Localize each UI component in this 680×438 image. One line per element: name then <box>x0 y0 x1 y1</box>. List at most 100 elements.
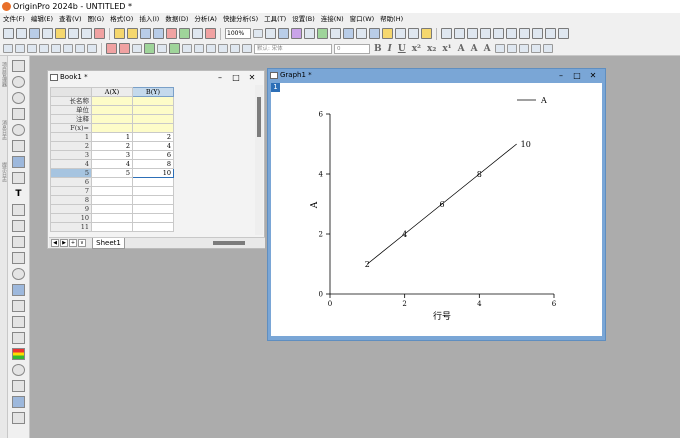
code-builder-icon[interactable] <box>304 28 315 39</box>
menu-data[interactable]: 数据(D) <box>162 13 191 25</box>
apps-icon[interactable] <box>382 28 393 39</box>
fill-color-icon[interactable] <box>530 44 541 53</box>
data-cell[interactable]: 4 <box>132 141 174 151</box>
format-painter-icon[interactable] <box>242 44 252 53</box>
rescale-y-icon[interactable] <box>75 44 85 53</box>
row-number[interactable]: 6 <box>50 177 92 187</box>
data-cell[interactable]: 2 <box>132 132 174 142</box>
new-project-icon[interactable] <box>3 28 14 39</box>
data-cell[interactable] <box>132 177 174 187</box>
meta-cell[interactable] <box>91 123 133 133</box>
tab-sheet1[interactable]: Sheet1 <box>92 238 125 249</box>
insert-image-icon[interactable] <box>12 332 25 344</box>
close-button[interactable]: ✕ <box>587 70 599 81</box>
legend-icon[interactable] <box>132 44 142 53</box>
zoom-pan-icon[interactable] <box>12 76 25 88</box>
menu-insert[interactable]: 插入(I) <box>136 13 162 25</box>
open-template-icon[interactable] <box>127 28 138 39</box>
data-cell[interactable]: 3 <box>91 150 133 160</box>
equation-icon[interactable] <box>12 284 25 296</box>
row-stats-icon[interactable] <box>493 28 504 39</box>
undo-icon[interactable] <box>206 44 216 53</box>
corner-cell[interactable] <box>50 87 92 97</box>
text-tool-icon[interactable]: T <box>12 188 25 200</box>
add-column-icon[interactable] <box>519 28 530 39</box>
project-explorer-icon[interactable] <box>343 28 354 39</box>
results-log-icon[interactable] <box>317 28 328 39</box>
row-number[interactable]: 1 <box>50 132 92 142</box>
supersubscript-button[interactable]: x¹ <box>440 44 453 54</box>
data-cell[interactable]: 4 <box>91 159 133 169</box>
prev-sheet-button[interactable]: ◀ <box>51 239 59 247</box>
maximize-button[interactable]: □ <box>230 72 242 83</box>
save-project-icon[interactable] <box>140 28 151 39</box>
menu-window[interactable]: 窗口(W) <box>347 13 378 25</box>
data-cell[interactable] <box>132 213 174 223</box>
arrow-right-icon[interactable] <box>15 44 25 53</box>
bold-button[interactable]: B <box>372 44 384 54</box>
data-cell[interactable] <box>132 222 174 232</box>
group-icon[interactable] <box>194 44 204 53</box>
minimize-button[interactable]: – <box>555 70 567 81</box>
data-cell[interactable]: 6 <box>132 150 174 160</box>
menu-view[interactable]: 查看(V) <box>56 13 85 25</box>
data-selector-icon[interactable] <box>12 140 25 152</box>
maximize-button[interactable]: □ <box>571 70 583 81</box>
pointer-icon[interactable] <box>12 60 25 72</box>
active-cell[interactable]: 10 <box>132 168 174 178</box>
object-manager-icon[interactable] <box>356 28 367 39</box>
screen-reader-icon[interactable] <box>12 108 25 120</box>
increase-font-button[interactable]: A <box>469 44 480 54</box>
meta-label[interactable]: 长名称 <box>50 96 92 106</box>
row-number[interactable]: 8 <box>50 195 92 205</box>
notes-icon[interactable] <box>421 28 432 39</box>
menu-file[interactable]: 文件(F) <box>0 13 28 25</box>
rescale-x-icon[interactable] <box>63 44 73 53</box>
zoom-dropdown-icon[interactable] <box>253 29 263 38</box>
column-header-b[interactable]: B(Y) <box>132 87 174 97</box>
meta-cell[interactable] <box>132 96 174 106</box>
meta-cell[interactable] <box>91 96 133 106</box>
save-window-icon[interactable] <box>153 28 164 39</box>
data-cell[interactable] <box>91 195 133 205</box>
zoom-in-icon[interactable] <box>39 44 49 53</box>
row-number[interactable]: 3 <box>50 150 92 160</box>
decrease-font-button[interactable]: A <box>482 44 493 54</box>
open-icon[interactable] <box>114 28 125 39</box>
recalculate-icon[interactable] <box>205 28 216 39</box>
menu-edit[interactable]: 编辑(E) <box>28 13 56 25</box>
data-cell[interactable] <box>91 177 133 187</box>
line-style-icon[interactable] <box>518 44 529 53</box>
horizontal-scroll-thumb[interactable] <box>213 241 245 245</box>
new-function-icon[interactable] <box>55 28 66 39</box>
meta-cell[interactable] <box>91 114 133 124</box>
data-cell[interactable]: 1 <box>91 132 133 142</box>
row-number[interactable]: 2 <box>50 141 92 151</box>
workbook-titlebar[interactable]: Book1 * – □ ✕ <box>48 71 264 84</box>
subscript-button[interactable]: x₂ <box>425 44 438 54</box>
messages-log-tab[interactable]: 消息日志 <box>0 120 8 140</box>
new-workbook-icon[interactable] <box>16 28 27 39</box>
set-values-icon[interactable] <box>506 28 517 39</box>
graph-page[interactable]: 0 2 4 6 0 2 4 6 2 4 6 8 10 A 行号 A <box>271 83 602 336</box>
lock-icon[interactable] <box>182 44 192 53</box>
close-button[interactable]: ✕ <box>246 72 258 83</box>
menu-analysis[interactable]: 分析(A) <box>191 13 220 25</box>
insert-graph-icon[interactable] <box>12 300 25 312</box>
align-icon[interactable] <box>494 44 505 53</box>
data-cell[interactable] <box>91 186 133 196</box>
pan-hand-icon[interactable] <box>12 268 25 280</box>
color-scale-icon[interactable] <box>144 43 155 54</box>
learning-center-icon[interactable] <box>395 28 406 39</box>
minimize-button[interactable]: – <box>214 72 226 83</box>
meta-cell[interactable] <box>91 105 133 115</box>
statistics-icon[interactable] <box>454 28 465 39</box>
redo-icon[interactable] <box>218 44 228 53</box>
more-tools-icon[interactable] <box>12 412 25 424</box>
greek-button[interactable]: A <box>456 44 467 54</box>
data-cell[interactable] <box>132 204 174 214</box>
data-cell[interactable]: 2 <box>91 141 133 151</box>
layer-icon[interactable] <box>169 43 180 54</box>
line-tool-icon[interactable] <box>12 236 25 248</box>
zoom-out-icon[interactable] <box>51 44 61 53</box>
